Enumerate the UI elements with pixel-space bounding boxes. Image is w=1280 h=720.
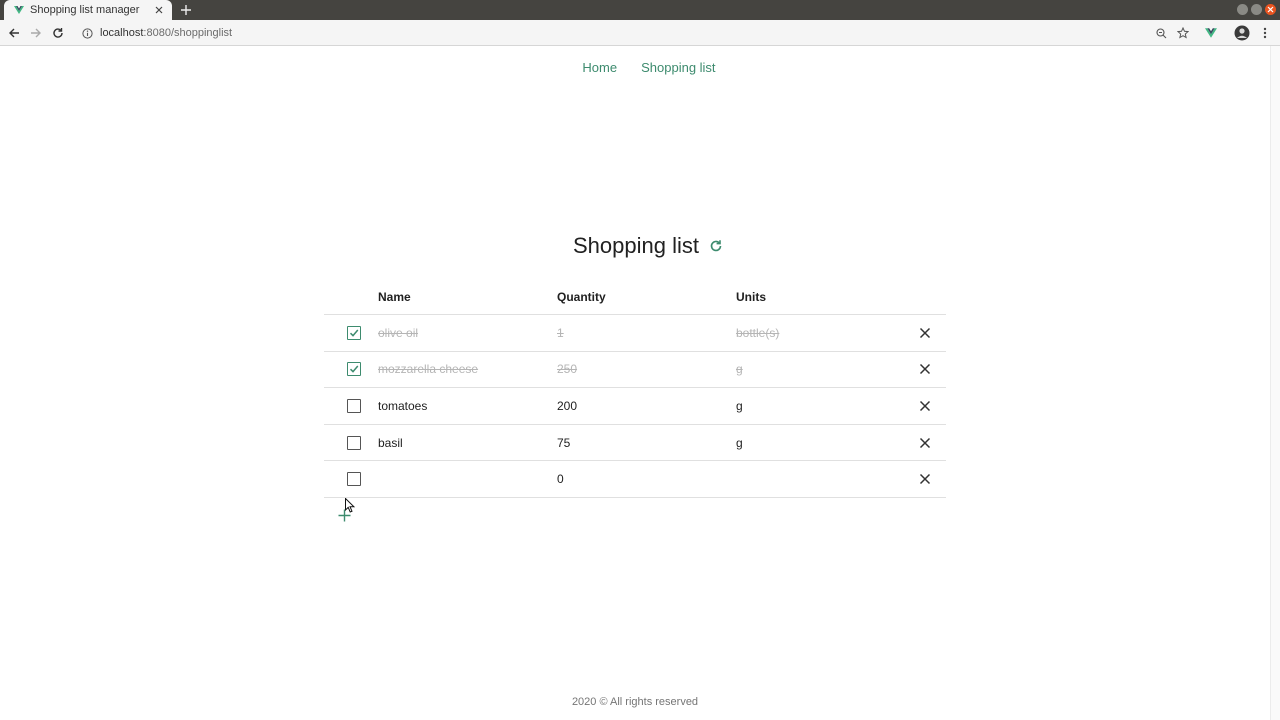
item-units[interactable]: g — [736, 399, 743, 413]
nav-link-home[interactable]: Home — [582, 60, 617, 75]
window-controls — [1237, 4, 1276, 15]
close-icon[interactable] — [152, 3, 166, 17]
row-checkbox[interactable] — [347, 435, 361, 450]
table-row: tomatoes 200 g — [324, 388, 946, 425]
forward-arrow-icon[interactable] — [28, 25, 44, 41]
address-bar[interactable]: localhost:8080/shoppinglist — [76, 22, 1196, 44]
vue-devtools-icon[interactable] — [1203, 25, 1219, 41]
item-units[interactable]: bottle(s) — [736, 326, 779, 340]
url-host: localhost — [100, 27, 144, 39]
page-scrollbar[interactable] — [1270, 46, 1280, 720]
info-icon[interactable] — [80, 26, 94, 40]
tab-title: Shopping list manager — [30, 4, 140, 16]
menu-kebab-icon[interactable] — [1257, 25, 1273, 41]
window-close-icon[interactable] — [1265, 4, 1276, 15]
checkmark-icon — [349, 365, 359, 374]
item-quantity[interactable]: 250 — [557, 362, 577, 376]
delete-row-close-icon[interactable] — [918, 472, 932, 486]
browser-tab[interactable]: Shopping list manager — [4, 0, 172, 20]
item-name[interactable]: mozzarella cheese — [378, 362, 478, 376]
column-header-quantity: Quantity — [557, 290, 606, 304]
item-quantity[interactable]: 1 — [557, 326, 564, 340]
table-row: 0 — [324, 461, 946, 498]
column-header-units: Units — [736, 290, 766, 304]
item-quantity[interactable]: 0 — [557, 472, 564, 486]
page-title: Shopping list — [573, 233, 699, 258]
profile-avatar-icon[interactable] — [1234, 25, 1250, 41]
footer-text: 2020 © All rights reserved — [571, 696, 699, 708]
row-checkbox[interactable] — [347, 398, 361, 413]
reload-icon[interactable] — [50, 25, 66, 41]
delete-row-close-icon[interactable] — [918, 399, 932, 413]
item-name[interactable]: olive oil — [378, 326, 418, 340]
browser-toolbar: localhost:8080/shoppinglist — [0, 20, 1280, 46]
row-checkbox[interactable] — [347, 325, 361, 340]
item-name[interactable]: tomatoes — [378, 399, 427, 413]
mouse-cursor-icon — [345, 497, 356, 514]
table-header: Name Quantity Units — [324, 280, 946, 315]
checkmark-icon — [349, 329, 359, 337]
back-arrow-icon[interactable] — [6, 25, 22, 41]
url-path: :8080/shoppinglist — [143, 27, 233, 39]
minimize-icon[interactable] — [1237, 4, 1248, 15]
delete-row-close-icon[interactable] — [918, 326, 932, 340]
heading-row: Shopping list — [0, 233, 1270, 259]
table-row: olive oil 1 bottle(s) — [324, 315, 946, 352]
shopping-list-table: Name Quantity Units olive oil 1 bottle(s) m… — [324, 280, 946, 498]
delete-row-close-icon[interactable] — [918, 362, 932, 376]
new-tab-icon[interactable] — [179, 3, 193, 17]
item-quantity[interactable]: 75 — [557, 436, 570, 450]
item-name[interactable]: basil — [378, 436, 403, 450]
url-text: localhost:8080/shoppinglist — [100, 27, 232, 39]
vue-logo-icon — [14, 5, 24, 15]
column-header-name: Name — [378, 290, 411, 304]
page-content: Home Shopping list Shopping list Name Qu… — [0, 46, 1270, 720]
table-row: mozzarella cheese 250 g — [324, 352, 946, 389]
table-row: basil 75 g — [324, 425, 946, 462]
delete-row-close-icon[interactable] — [918, 436, 932, 450]
maximize-icon[interactable] — [1251, 4, 1262, 15]
browser-tabstrip: Shopping list manager — [0, 0, 1280, 20]
zoom-icon[interactable] — [1153, 25, 1169, 41]
row-checkbox[interactable] — [347, 472, 361, 487]
bookmark-star-icon[interactable] — [1175, 25, 1191, 41]
item-units[interactable]: g — [736, 362, 743, 376]
site-nav: Home Shopping list — [0, 60, 1270, 75]
row-checkbox[interactable] — [347, 362, 361, 377]
nav-link-shopping-list[interactable]: Shopping list — [641, 60, 715, 75]
refresh-icon[interactable] — [707, 237, 725, 255]
item-units[interactable]: g — [736, 436, 743, 450]
item-quantity[interactable]: 200 — [557, 399, 577, 413]
